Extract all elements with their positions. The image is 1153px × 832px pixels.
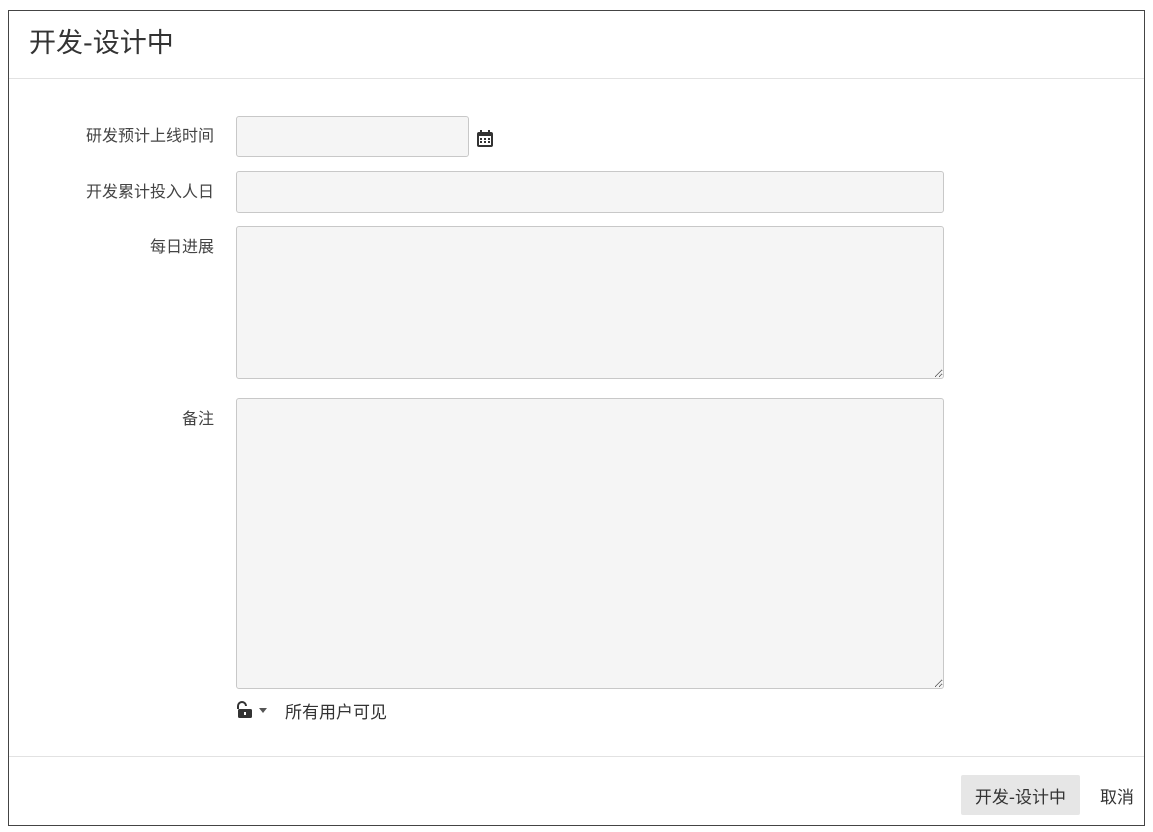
launch-date-input[interactable] bbox=[236, 116, 469, 157]
cancel-button[interactable]: 取消 bbox=[1100, 775, 1134, 815]
daily-progress-textarea[interactable] bbox=[236, 226, 944, 379]
visibility-selector[interactable]: 所有用户可见 bbox=[235, 699, 387, 723]
daily-progress-label: 每日进展 bbox=[149, 237, 214, 256]
man-days-label: 开发累计投入人日 bbox=[85, 182, 214, 201]
unlock-icon[interactable] bbox=[235, 701, 253, 719]
dialog-header: 开发-设计中 bbox=[9, 11, 1144, 79]
man-days-input[interactable] bbox=[236, 171, 944, 213]
remarks-textarea[interactable] bbox=[236, 398, 944, 689]
visibility-label: 所有用户可见 bbox=[285, 702, 387, 723]
launch-date-label: 研发预计上线时间 bbox=[85, 126, 214, 145]
dialog-title: 开发-设计中 bbox=[29, 28, 174, 59]
caret-down-icon[interactable] bbox=[257, 704, 269, 716]
remarks-label: 备注 bbox=[181, 409, 214, 428]
submit-button[interactable]: 开发-设计中 bbox=[960, 775, 1080, 815]
dialog-footer: 开发-设计中 取消 bbox=[9, 756, 1144, 825]
calendar-icon[interactable] bbox=[475, 129, 495, 149]
dialog: 开发-设计中 研发预计上线时间 开发累计投入人日 每日进展 备注 所有用户可见 bbox=[8, 10, 1145, 826]
